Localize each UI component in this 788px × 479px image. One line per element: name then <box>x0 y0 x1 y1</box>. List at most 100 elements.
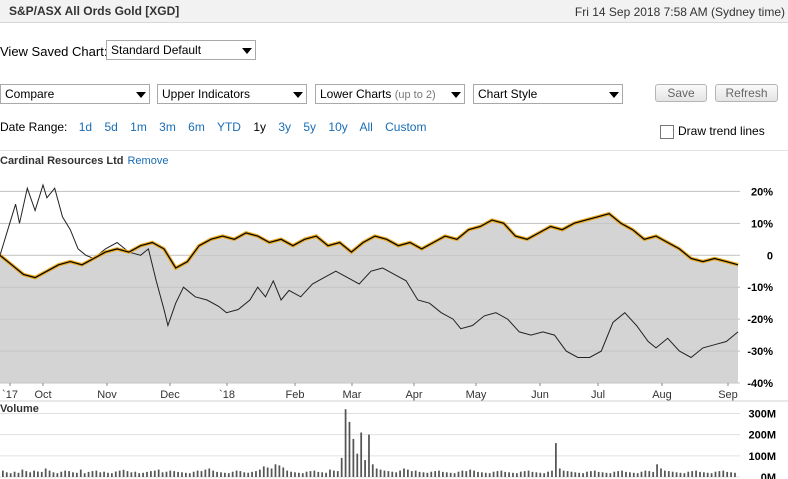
volume-bar <box>582 473 584 477</box>
volume-bar <box>224 472 226 477</box>
volume-bar <box>555 443 557 477</box>
volume-bar <box>29 472 32 477</box>
volume-bar <box>683 473 686 477</box>
volume-bar <box>216 471 218 477</box>
volume-bar <box>562 470 565 477</box>
volume-bar <box>625 471 627 477</box>
volume-bar <box>590 471 592 477</box>
volume-bar <box>621 470 623 477</box>
volume-bar <box>68 471 70 477</box>
volume-bar <box>150 471 152 477</box>
volume-bar <box>181 472 183 477</box>
volume-bar <box>239 471 242 477</box>
volume-bar <box>37 471 39 477</box>
volume-bar <box>726 471 729 477</box>
volume-bar <box>403 468 405 477</box>
x-tick-label: Jul <box>591 389 605 401</box>
volume-bar <box>418 471 421 477</box>
volume-bar <box>40 471 43 477</box>
volume-bar <box>566 471 569 477</box>
volume-bar <box>586 471 588 477</box>
volume-bar <box>142 472 144 477</box>
volume-bar <box>107 472 109 477</box>
volume-bar <box>13 471 16 477</box>
volume-bar <box>410 471 413 477</box>
volume-bar <box>262 466 265 477</box>
volume-bar <box>652 471 655 477</box>
volume-bar <box>430 471 433 477</box>
volume-bar <box>208 468 211 477</box>
volume-bar <box>695 470 697 477</box>
volume-bar <box>17 472 20 477</box>
volume-tick-label: 200M <box>748 430 776 442</box>
volume-bar <box>301 473 304 477</box>
volume-bar <box>481 472 483 477</box>
volume-bar <box>76 472 78 477</box>
volume-bar <box>371 464 374 477</box>
volume-bar <box>613 471 616 477</box>
y-tick-label: 10% <box>751 218 773 230</box>
volume-bar <box>9 473 12 477</box>
volume-bar <box>679 472 682 477</box>
volume-bar <box>551 470 553 477</box>
x-tick-label: Dec <box>160 389 180 401</box>
volume-bar <box>574 472 577 477</box>
volume-bar <box>422 472 425 477</box>
volume-bar <box>165 471 168 477</box>
volume-bar <box>519 471 522 477</box>
volume-bar <box>699 471 701 477</box>
volume-label: Volume <box>0 403 39 415</box>
volume-bar <box>325 472 327 477</box>
volume-bar <box>539 472 542 477</box>
volume-bar <box>227 473 230 477</box>
volume-bar <box>103 471 105 477</box>
volume-bar <box>153 470 156 477</box>
volume-bar <box>473 470 475 477</box>
y-tick-label: -30% <box>747 346 773 358</box>
volume-bar <box>453 473 456 477</box>
volume-bar <box>492 471 495 477</box>
price-chart[interactable]: 20% 10% 0 -10% -20% -30% -40% `17 Oct Nov Dec `18 Fe… <box>0 0 788 479</box>
volume-bar <box>161 472 164 477</box>
volume-bar <box>188 473 191 477</box>
volume-bar <box>703 472 705 477</box>
volume-bar <box>691 471 694 477</box>
volume-bar <box>710 473 713 477</box>
volume-bar <box>185 472 187 477</box>
volume-bar <box>547 471 549 477</box>
volume-bar <box>196 470 199 477</box>
volume-bar <box>508 472 510 477</box>
volume-bar <box>414 470 417 477</box>
volume-bar <box>247 472 250 477</box>
volume-bar <box>138 473 141 477</box>
volume-bar <box>465 471 468 477</box>
volume-bar <box>352 438 355 477</box>
volume-bar <box>387 471 390 477</box>
volume-bar <box>313 470 316 477</box>
volume-bar <box>426 472 429 477</box>
volume-bar <box>687 471 690 477</box>
volume-bar <box>543 473 546 477</box>
volume-bar <box>706 472 709 477</box>
volume-bar <box>605 472 608 477</box>
volume-bar <box>278 465 281 477</box>
volume-bar <box>122 469 125 477</box>
x-tick-label: Nov <box>97 389 117 401</box>
volume-bar <box>290 471 292 477</box>
volume-bar <box>730 472 732 477</box>
y-tick-label: -40% <box>747 378 773 390</box>
volume-bar <box>488 473 491 477</box>
volume-bar <box>130 472 133 477</box>
volume-bar <box>305 471 308 477</box>
volume-bar <box>169 470 172 477</box>
x-tick-label: Apr <box>405 389 422 401</box>
volume-bar <box>512 472 514 477</box>
volume-bar <box>407 469 409 477</box>
volume-bar <box>527 470 530 477</box>
volume-bar <box>640 471 643 477</box>
volume-bar <box>477 471 479 477</box>
volume-bar <box>91 471 94 477</box>
volume-bar <box>671 471 674 477</box>
volume-bar <box>60 471 63 477</box>
volume-bar <box>660 468 662 477</box>
